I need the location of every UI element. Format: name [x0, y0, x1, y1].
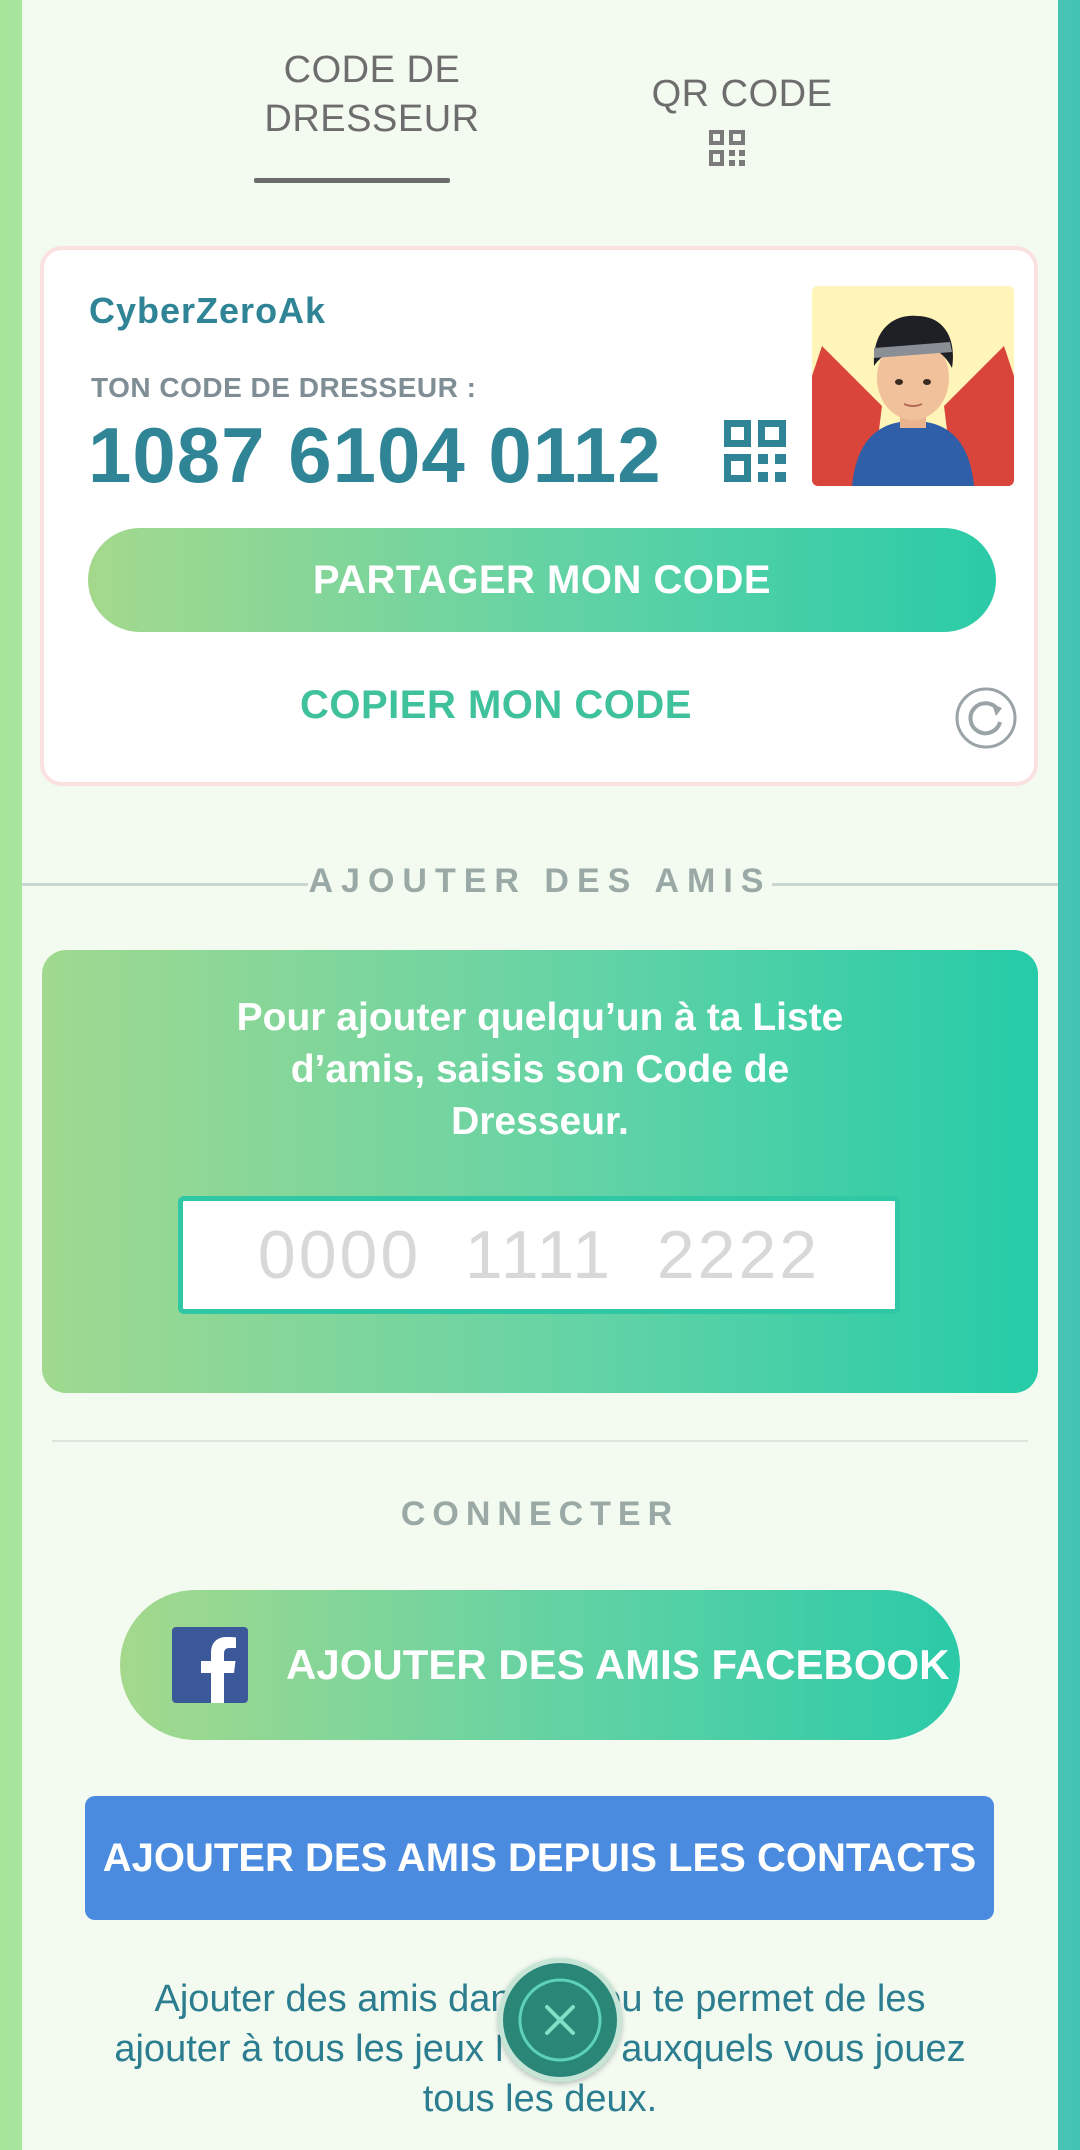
qr-code-icon[interactable]	[709, 130, 745, 166]
trainer-code-card: CyberZeroAk TON CODE DE DRESSEUR : 1087 …	[40, 246, 1038, 786]
friend-code-input[interactable]	[178, 1196, 900, 1314]
contacts-friends-button[interactable]: AJOUTER DES AMIS DEPUIS LES CONTACTS	[85, 1796, 994, 1920]
trainer-avatar	[812, 286, 1014, 486]
qr-code-icon[interactable]	[724, 420, 786, 482]
connect-title: CONNECTER	[400, 1495, 680, 1533]
add-friend-box: Pour ajouter quelqu’un à ta Liste d’amis…	[42, 950, 1038, 1393]
trainer-code-value: 1087 6104 0112	[88, 411, 662, 499]
add-friend-description: Pour ajouter quelqu’un à ta Liste d’amis…	[236, 996, 844, 1143]
tab-trainer-code-line2: DRESSEUR	[264, 98, 480, 140]
tab-qr-code[interactable]: QR CODE	[607, 70, 877, 119]
active-tab-indicator	[254, 178, 450, 183]
add-friends-title: AJOUTER DES AMIS	[308, 862, 772, 900]
trainer-code-label: TON CODE DE DRESSEUR :	[91, 372, 477, 403]
username: CyberZeroAk	[89, 290, 327, 331]
facebook-button-label: AJOUTER DES AMIS FACEBOOK	[286, 1641, 950, 1688]
facebook-friends-button[interactable]: AJOUTER DES AMIS FACEBOOK	[120, 1590, 960, 1740]
tab-trainer-code-line1: CODE DE	[283, 49, 461, 91]
close-button[interactable]	[498, 1958, 622, 2082]
close-icon	[518, 1978, 602, 2062]
divider	[52, 1440, 1028, 1442]
tab-trainer-code[interactable]: CODE DE DRESSEUR	[227, 46, 517, 144]
copy-code-button[interactable]: COPIER MON CODE	[88, 650, 904, 760]
refresh-icon[interactable]	[954, 686, 1018, 750]
friends-panel: CODE DE DRESSEUR QR CODE CyberZeroAk TON…	[22, 0, 1058, 2150]
share-code-button[interactable]: PARTAGER MON CODE	[88, 528, 996, 632]
facebook-icon	[172, 1627, 248, 1703]
tab-qr-code-label: QR CODE	[651, 73, 833, 115]
tab-bar: CODE DE DRESSEUR QR CODE	[22, 0, 1058, 190]
